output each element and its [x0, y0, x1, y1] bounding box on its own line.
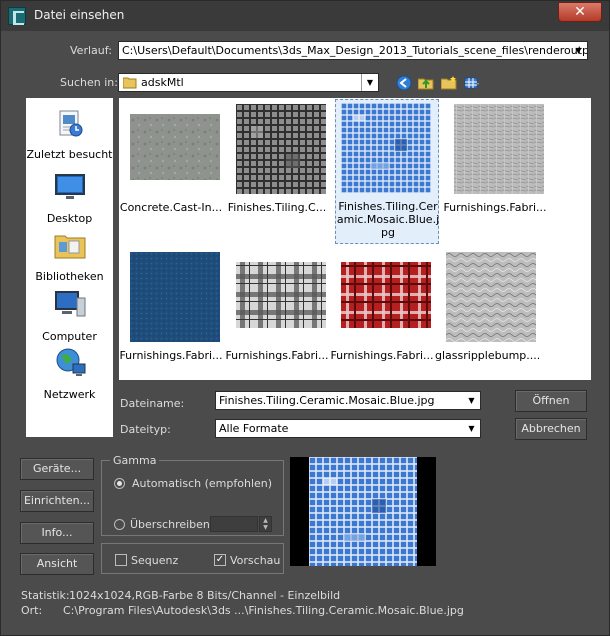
look-in-dropdown[interactable]: adskMtl ▼ [118, 73, 379, 92]
look-in-label: Suchen in: [60, 76, 118, 89]
file-caption: Furnishings.Fabri... [330, 349, 434, 362]
new-folder-icon[interactable] [441, 75, 457, 91]
gamma-value-input[interactable] [210, 516, 258, 532]
filename-input[interactable]: Finishes.Tiling.Ceramic.Mosaic.Blue.jpg … [215, 391, 481, 410]
file-item[interactable]: Furnishings.Fabri... [119, 248, 223, 383]
sequence-label: Sequenz [131, 554, 179, 567]
location-label: Ort: [21, 604, 43, 617]
file-caption: Finishes.Tiling.Ceramic.Mosaic.Blue.jpg [336, 200, 440, 239]
place-label: Zuletzt besucht [26, 148, 113, 161]
file-item[interactable]: glassripplebump.... [435, 248, 539, 383]
open-button[interactable]: Öffnen [515, 390, 587, 412]
place-network[interactable]: Netzwerk [26, 346, 113, 401]
view-button[interactable]: Ansicht [20, 553, 94, 575]
close-button[interactable]: ✕ [558, 2, 602, 22]
preview-label: Vorschau [230, 554, 281, 567]
place-libraries[interactable]: Bibliotheken [26, 228, 113, 283]
recent-places-icon [59, 110, 82, 137]
devices-button[interactable]: Geräte... [20, 458, 94, 480]
history-label: Verlauf: [70, 44, 112, 57]
gamma-auto-label: Automatisch (empfohlen) [132, 477, 273, 490]
chevron-down-icon[interactable]: ▼ [361, 74, 378, 91]
place-label: Computer [42, 330, 97, 343]
file-thumbnail [454, 104, 544, 194]
file-caption: Furnishings.Fabri... [443, 201, 547, 214]
chevron-down-icon[interactable]: ▼ [463, 420, 480, 437]
cancel-button[interactable]: Abbrechen [515, 418, 587, 440]
filetype-dropdown[interactable]: Alle Formate ▼ [215, 419, 481, 438]
places-bar: Zuletzt besucht Desktop Bibliotheken Com… [26, 98, 113, 437]
gamma-override-radio[interactable] [114, 519, 125, 530]
file-thumbnail [341, 262, 431, 328]
file-thumbnail [130, 252, 220, 342]
place-label: Netzwerk [43, 388, 96, 401]
filetype-label: Dateityp: [120, 423, 171, 436]
file-view-dialog: Datei einsehen ✕ Verlauf: C:\Users\Defau… [0, 0, 610, 636]
window-title: Datei einsehen [34, 8, 125, 22]
folder-icon [123, 77, 137, 89]
up-folder-icon[interactable] [418, 75, 434, 91]
file-thumbnail [341, 103, 431, 193]
desktop-icon [54, 174, 85, 199]
file-caption: Furnishings.Fabri... [119, 349, 223, 362]
filetype-value: Alle Formate [219, 422, 289, 435]
file-thumbnail [130, 114, 220, 180]
file-caption: Furnishings.Fabri... [225, 349, 329, 362]
file-thumbnail [236, 104, 326, 194]
history-dropdown[interactable]: C:\Users\Default\Documents\3ds_Max_Desig… [118, 41, 588, 60]
file-list[interactable]: Concrete.Cast-In... Finishes.Tiling.C... [119, 98, 591, 380]
gamma-override-label: Überschreiben [130, 518, 210, 531]
gamma-auto-radio[interactable] [114, 478, 125, 489]
libraries-icon [54, 235, 85, 259]
back-icon[interactable] [396, 75, 412, 91]
file-item[interactable]: Finishes.Tiling.C... [225, 100, 329, 235]
file-item-selected[interactable]: Finishes.Tiling.Ceramic.Mosaic.Blue.jpg [335, 99, 439, 244]
place-label: Desktop [46, 212, 93, 225]
options-group: Sequenz ✓ Vorschau [101, 543, 284, 574]
preview-image [309, 457, 417, 566]
history-value: C:\Users\Default\Documents\3ds_Max_Desig… [122, 44, 588, 57]
statistics-value: 1024x1024,RGB-Farbe 8 Bits/Channel - Ein… [69, 589, 341, 602]
image-preview [290, 457, 436, 566]
filename-label: Dateiname: [120, 397, 185, 410]
filename-value: Finishes.Tiling.Ceramic.Mosaic.Blue.jpg [219, 394, 435, 407]
file-item[interactable]: Concrete.Cast-In... [119, 100, 223, 235]
place-label: Bibliotheken [35, 270, 104, 283]
app-logo-icon [8, 7, 26, 25]
info-button[interactable]: Info... [20, 522, 94, 544]
file-caption: Finishes.Tiling.C... [227, 201, 327, 214]
location-value: C:\Program Files\Autodesk\3ds ...\Finish… [63, 604, 464, 617]
preview-checkbox[interactable]: ✓ [214, 554, 226, 566]
view-menu-icon[interactable] [464, 75, 480, 91]
file-item[interactable]: Furnishings.Fabri... [330, 248, 434, 383]
chevron-down-icon[interactable]: ▼ [570, 42, 587, 59]
gamma-spinner-arrows[interactable]: ▲ ▼ [259, 516, 272, 532]
setup-button[interactable]: Einrichten... [20, 490, 94, 512]
file-item[interactable]: Furnishings.Fabri... [225, 248, 329, 383]
place-desktop[interactable]: Desktop [26, 170, 113, 225]
computer-icon [54, 291, 85, 317]
file-item[interactable]: Furnishings.Fabri... [443, 100, 547, 235]
chevron-down-icon[interactable]: ▼ [463, 392, 480, 409]
file-caption: Concrete.Cast-In... [119, 201, 223, 214]
place-recent[interactable]: Zuletzt besucht [26, 106, 113, 161]
statistics-label: Statistik: [21, 589, 70, 602]
gamma-group: Gamma Automatisch (empfohlen) Überschrei… [101, 454, 284, 536]
sequence-checkbox[interactable] [115, 554, 127, 566]
network-icon [56, 348, 85, 376]
file-caption: glassripplebump.... [435, 349, 539, 362]
place-computer[interactable]: Computer [26, 288, 113, 343]
file-thumbnail [446, 252, 536, 342]
file-thumbnail [236, 262, 326, 328]
gamma-title: Gamma [110, 454, 160, 467]
title-bar[interactable]: Datei einsehen ✕ [1, 1, 609, 31]
look-in-value: adskMtl [141, 76, 184, 89]
